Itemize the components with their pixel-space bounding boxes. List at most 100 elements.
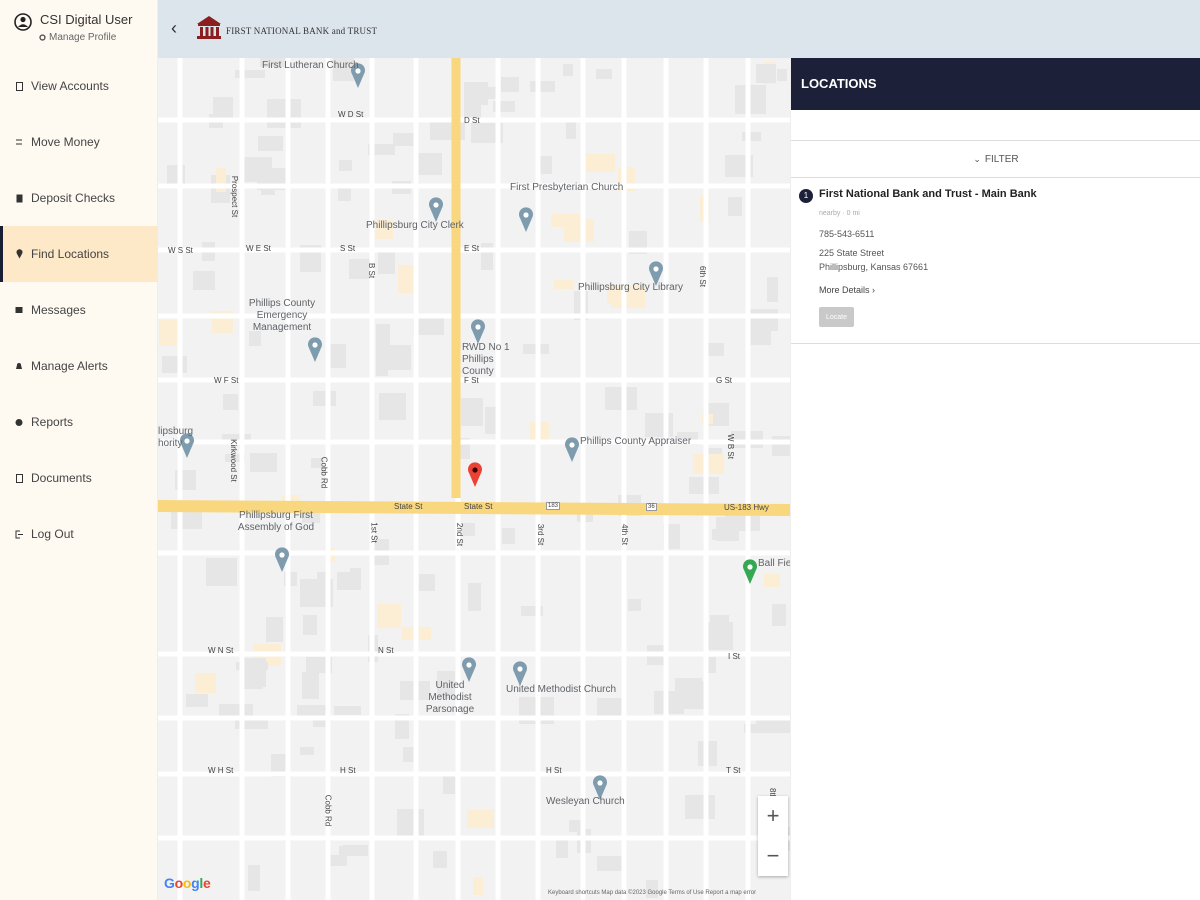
logout-icon	[14, 528, 24, 540]
map-pin-icon[interactable]	[462, 657, 476, 682]
map-canvas[interactable]	[158, 58, 790, 900]
street-label: D St	[464, 116, 480, 125]
map-pin-icon[interactable]	[513, 661, 527, 686]
pin-dot	[184, 438, 190, 444]
building-footprint	[186, 694, 208, 707]
pin-dot	[569, 442, 575, 448]
map-pin-icon[interactable]	[471, 319, 485, 344]
nav-label: Log Out	[31, 527, 74, 541]
street-label: 4th St	[619, 524, 629, 545]
google-logo: Google	[164, 875, 211, 891]
building-footprint	[330, 344, 346, 368]
building-footprint	[334, 706, 361, 715]
back-button[interactable]: ‹	[166, 18, 182, 38]
building-footprint	[376, 345, 411, 370]
pin-dot	[279, 552, 285, 558]
filter-toggle[interactable]: ⌄ FILTER	[791, 140, 1200, 178]
building-footprint	[756, 64, 776, 83]
building-footprint	[481, 243, 493, 270]
nav-find-locations[interactable]: Find Locations	[0, 226, 158, 282]
map-label[interactable]: United Methodist Church	[506, 684, 616, 696]
nav-label: Manage Alerts	[31, 359, 108, 373]
building-footprint	[501, 77, 519, 92]
map-label[interactable]: First Lutheran Church	[262, 60, 359, 72]
street-label: 6th St	[697, 266, 707, 287]
street-label: Cobb Rd	[319, 456, 329, 489]
location-phone[interactable]: 785-543-6511	[819, 229, 874, 239]
location-name[interactable]: First National Bank and Trust - Main Ban…	[819, 188, 1037, 200]
building-footprint	[443, 776, 455, 794]
building-footprint	[597, 856, 622, 871]
map-label[interactable]: Phillips County Emergency Management	[230, 298, 334, 334]
street-label: W B St	[725, 434, 735, 459]
building-footprint	[162, 356, 187, 373]
location-address-line1: 225 State Street	[819, 248, 885, 258]
location-card[interactable]: 1 First National Bank and Trust - Main B…	[791, 178, 1200, 344]
user-profile[interactable]: CSI Digital User Manage Profile	[12, 10, 152, 50]
pin-dot	[433, 202, 439, 208]
building-footprint	[398, 265, 416, 293]
building-footprint	[250, 453, 277, 472]
nav-documents[interactable]: Documents	[0, 450, 158, 506]
street-label: US-183 Hwy	[724, 503, 769, 512]
location-number: 1	[799, 189, 813, 203]
location-distance: nearby · 0 mi	[819, 210, 860, 217]
map-label[interactable]: Wesleyan Church	[546, 796, 625, 808]
nav-manage-alerts[interactable]: Manage Alerts	[0, 338, 158, 394]
zoom-in-button[interactable]: +	[758, 796, 788, 836]
building-footprint	[473, 877, 483, 895]
street-label: E St	[464, 244, 480, 253]
building-footprint	[244, 681, 263, 689]
map-pin-icon[interactable]	[429, 197, 443, 222]
more-details-link[interactable]: More Details ›	[819, 285, 875, 295]
locate-button[interactable]: Locate	[819, 307, 854, 327]
location-address-line2: Phillipsburg, Kansas 67661	[819, 262, 929, 272]
map-label[interactable]: Phillipsburg First Assembly of God	[228, 510, 324, 534]
gear-icon	[39, 34, 46, 41]
nav-deposit-checks[interactable]: Deposit Checks	[0, 170, 158, 226]
map-pin-icon[interactable]	[565, 437, 579, 462]
map-pin-icon[interactable]	[519, 207, 533, 232]
map-label[interactable]: Ball Field	[758, 558, 790, 570]
building-footprint	[461, 398, 483, 426]
street-label: W H St	[208, 766, 234, 775]
map-label[interactable]: Phillipsburg City Clerk	[366, 220, 464, 232]
pin-dot	[747, 564, 753, 570]
pin-dot	[597, 780, 603, 786]
building-footprint	[397, 809, 424, 836]
building-footprint	[586, 154, 615, 172]
map-label[interactable]: First Presbyterian Church	[510, 182, 623, 194]
street-label: T St	[726, 766, 741, 775]
street-label: Prospect St	[230, 175, 240, 218]
map-label[interactable]: Phillipsburg City Library	[578, 282, 683, 294]
building-footprint	[772, 436, 790, 456]
building-footprint	[716, 517, 739, 541]
map-label[interactable]: lipsburg hority	[158, 426, 193, 450]
building-footprint	[337, 572, 361, 590]
selected-location-pin-icon[interactable]	[468, 462, 482, 487]
nav-messages[interactable]: Messages	[0, 282, 158, 338]
nav-view-accounts[interactable]: View Accounts	[0, 58, 158, 114]
accounts-icon	[14, 80, 24, 92]
street-label: W F St	[214, 376, 239, 385]
check-icon	[14, 192, 24, 204]
nav-reports[interactable]: Reports	[0, 394, 158, 450]
street-label: W N St	[208, 646, 234, 655]
map-label[interactable]: RWD No 1 Phillips County	[462, 342, 522, 378]
pin-dot	[523, 212, 529, 218]
route-shield: 183	[546, 502, 561, 510]
building-footprint	[708, 343, 724, 356]
manage-profile-link[interactable]: Manage Profile	[39, 32, 116, 43]
nav-move-money[interactable]: Move Money	[0, 114, 158, 170]
transfer-icon	[14, 136, 24, 148]
zoom-out-button[interactable]: −	[758, 836, 788, 876]
map-attribution[interactable]: Keyboard shortcuts Map data ©2023 Google…	[548, 890, 756, 896]
map-label[interactable]: United Methodist Parsonage	[414, 680, 486, 716]
map-pin-icon[interactable]	[743, 559, 757, 584]
building-footprint	[419, 574, 435, 591]
map-label[interactable]: Phillips County Appraiser	[580, 436, 691, 448]
nav-log-out[interactable]: Log Out	[0, 506, 158, 562]
map-pin-icon[interactable]	[308, 337, 322, 362]
report-icon	[14, 416, 24, 428]
map-view[interactable]: First Lutheran Church First Presbyterian…	[158, 58, 790, 900]
